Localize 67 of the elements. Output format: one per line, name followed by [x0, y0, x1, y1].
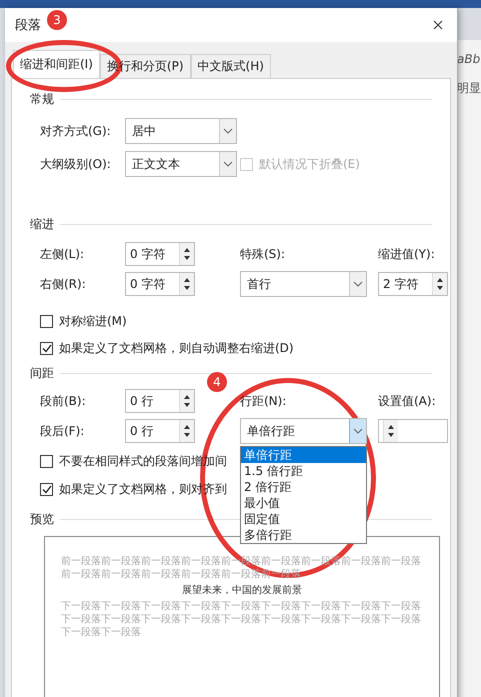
- dropdown-option[interactable]: 固定值: [241, 511, 366, 527]
- checkbox-label: 对称缩进(M): [59, 312, 127, 330]
- tab[interactable]: 中文版式(H): [190, 54, 271, 78]
- spin-button[interactable]: [383, 420, 398, 442]
- tab[interactable]: 缩进和间距(I): [13, 50, 100, 78]
- spin-arrows-icon: [183, 276, 191, 292]
- dropdown-arrow-button[interactable]: [349, 419, 366, 443]
- spin-button[interactable]: [179, 243, 194, 265]
- dropdown-option[interactable]: 1.5 倍行距: [241, 463, 366, 479]
- checkmark-icon: [42, 344, 52, 352]
- spin-arrows-icon: [183, 246, 191, 262]
- spin-field[interactable]: 2 字符: [378, 272, 448, 296]
- dropdown-option[interactable]: 2 倍行距: [241, 479, 366, 495]
- field-label: 大纲级别(O):: [40, 156, 111, 172]
- field-label: 特殊(S):: [240, 246, 286, 262]
- checkmark-icon: [42, 484, 52, 494]
- dropdown[interactable]: 居中: [125, 118, 237, 144]
- preview-text: 展望未来，中国的发展前景: [181, 584, 303, 597]
- spin-field[interactable]: [378, 419, 448, 443]
- checkbox[interactable]: [40, 342, 53, 354]
- spin-arrows-icon: [436, 276, 444, 292]
- section-title: 缩进: [30, 216, 54, 232]
- field-label: 段前(B):: [40, 392, 86, 410]
- field-label: 右侧(R):: [40, 276, 86, 292]
- checkbox-label: 默认情况下折叠(E): [259, 156, 360, 172]
- preview-text: 下一段落下一段落下一段落下一段落下一段落下一段落下一段落下一段落下一段落下一段落下一段落下一段落下一段落下一段落下一段落下一段落下一段落下一段落下一段落下一段落: [61, 600, 422, 639]
- dropdown-option[interactable]: 最小值: [241, 495, 366, 511]
- spin-button[interactable]: [179, 273, 194, 295]
- spin-arrows-icon: [183, 423, 191, 439]
- dropdown[interactable]: 正文文本: [125, 151, 237, 177]
- chevron-down-icon: [223, 161, 233, 167]
- section-title: 间距: [30, 364, 54, 382]
- dropdown-arrow-button[interactable]: [219, 152, 236, 176]
- ribbon-text: aBb: [457, 52, 481, 66]
- checkbox-label: 如果定义了文档网格，则自动调整右缩进(D): [59, 340, 294, 356]
- spin-button[interactable]: [432, 273, 447, 295]
- spin-arrows-icon: [183, 393, 191, 409]
- chevron-down-icon: [223, 128, 233, 134]
- field-label: 缩进值(Y):: [378, 246, 435, 262]
- spin-button[interactable]: [179, 390, 194, 412]
- dropdown-arrow-button[interactable]: [219, 119, 236, 143]
- close-icon[interactable]: [433, 20, 443, 30]
- field-label: 行距(N):: [240, 392, 286, 410]
- field-label: 段后(F):: [40, 422, 84, 440]
- dropdown-arrow-button[interactable]: [349, 272, 366, 296]
- spin-field[interactable]: 0 行: [125, 419, 195, 443]
- checkbox[interactable]: [40, 314, 53, 328]
- field-label: 左侧(L):: [40, 246, 84, 262]
- window-title: 段落: [15, 17, 41, 34]
- spin-field[interactable]: 0 字符: [125, 242, 195, 266]
- dropdown-option[interactable]: 多倍行距: [241, 527, 366, 543]
- dropdown[interactable]: 首行: [240, 271, 367, 297]
- checkbox[interactable]: [40, 454, 53, 468]
- checkbox[interactable]: [40, 482, 53, 496]
- section-title: 常规: [30, 90, 54, 108]
- dropdown-option[interactable]: 单倍行距: [241, 447, 366, 463]
- spin-arrows-icon: [387, 423, 395, 439]
- ribbon-text: 明显: [457, 80, 481, 97]
- field-label: 对齐方式(G):: [40, 122, 111, 140]
- field-label: 设置值(A):: [378, 392, 436, 410]
- dropdown[interactable]: 单倍行距: [240, 418, 367, 444]
- spin-field[interactable]: 0 字符: [125, 272, 195, 296]
- spin-button[interactable]: [179, 420, 194, 442]
- spin-field[interactable]: 0 行: [125, 389, 195, 413]
- section-title: 预览: [30, 510, 54, 528]
- chevron-down-icon: [353, 281, 363, 287]
- chevron-down-icon: [353, 428, 363, 434]
